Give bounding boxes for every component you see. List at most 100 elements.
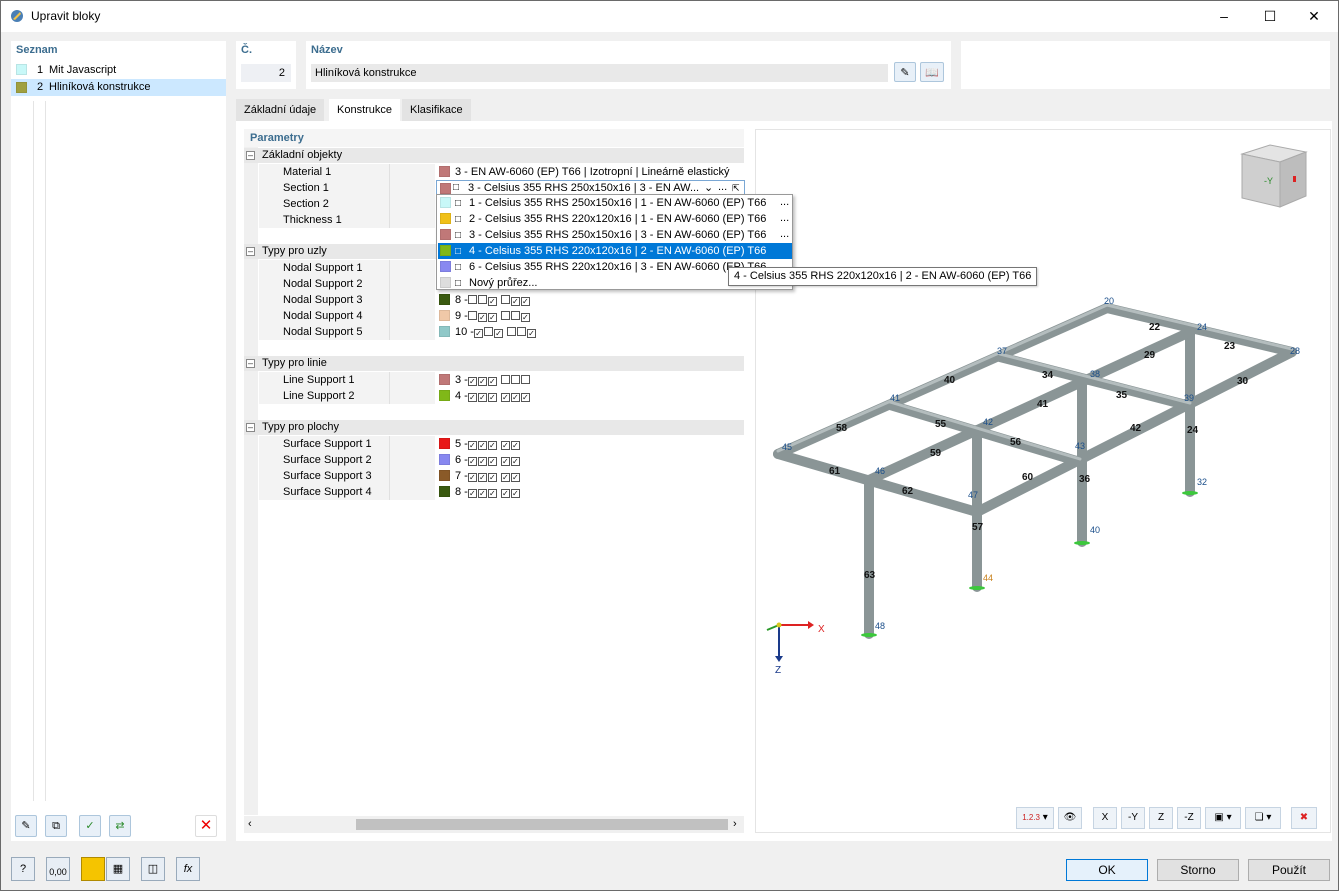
check-all-button[interactable]: ✓: [79, 815, 101, 837]
numbering-button[interactable]: 1.2.3 ▾: [1016, 807, 1054, 829]
dof-checkboxes[interactable]: ✓ ✓ ✓ ✓ ✓: [467, 486, 521, 498]
preview-panel: [961, 41, 1330, 89]
group-line-types[interactable]: – Typy pro linie: [244, 356, 744, 371]
dropdown-item[interactable]: □ 3 - Celsius 355 RHS 250x150x16 | 3 - EN…: [438, 227, 792, 243]
view-button[interactable]: ◫: [141, 857, 165, 881]
dropdown-item[interactable]: □ 2 - Celsius 355 RHS 220x120x16 | 1 - EN…: [438, 211, 792, 227]
collapse-icon[interactable]: –: [246, 423, 255, 432]
row-surface-support-3[interactable]: Surface Support 37 -✓ ✓ ✓ ✓ ✓: [259, 468, 744, 484]
ok-button[interactable]: OK: [1066, 859, 1148, 881]
3d-view[interactable]: -Y 20 28 22 24 23 37 29 34 38 35 40 41 3…: [755, 129, 1331, 833]
maximize-button[interactable]: ☐: [1247, 1, 1293, 32]
dof-checkboxes[interactable]: ✓ ✓ ✓: [467, 310, 531, 322]
renumber-button[interactable]: ⇄: [109, 815, 131, 837]
color-swatch: [440, 183, 451, 194]
svg-text:45: 45: [782, 442, 792, 452]
row-nodal-support-4[interactable]: Nodal Support 49 - ✓ ✓ ✓: [259, 308, 744, 324]
view-minus-y-button[interactable]: -Y: [1121, 807, 1145, 829]
color-swatch: [440, 229, 451, 240]
render-mode-button[interactable]: ▣ ▾: [1205, 807, 1241, 829]
dof-checkboxes[interactable]: ✓ ✓ ✓ ✓ ✓: [467, 454, 521, 466]
color-swatch: [440, 277, 451, 288]
color-button[interactable]: [81, 857, 105, 881]
dof-checkboxes[interactable]: ✓ ✓ ✓ ✓ ✓: [467, 438, 521, 450]
display-settings-button[interactable]: 👁: [1058, 807, 1082, 829]
color-swatch: [439, 310, 450, 321]
group-surface-types[interactable]: – Typy pro plochy: [244, 420, 744, 435]
dof-checkboxes[interactable]: ✓ ✓ ✓ ✓ ✓ ✓: [467, 390, 531, 402]
dof-checkboxes[interactable]: ✓ ✓ ✓ ✓ ✓: [467, 470, 521, 482]
row-nodal-support-5[interactable]: Nodal Support 5 10 -✓ ✓ ✓: [259, 324, 744, 340]
view-minus-z-button[interactable]: -Z: [1177, 807, 1201, 829]
svg-text:41: 41: [1037, 399, 1049, 410]
list-item-selected[interactable]: 2 Hliníková konstrukce: [11, 79, 226, 96]
horizontal-scrollbar[interactable]: ‹ ›: [244, 816, 744, 833]
params-header: Parametry: [250, 132, 304, 144]
row-surface-support-2[interactable]: Surface Support 26 -✓ ✓ ✓ ✓ ✓: [259, 452, 744, 468]
edit-name-button[interactable]: ✎: [894, 62, 916, 82]
member-labels: 20 28 22 24 23 37 29 34 38 35 40 41 39 3…: [782, 296, 1300, 631]
section-icon: □: [455, 214, 462, 225]
dropdown-item-selected[interactable]: □ 4 - Celsius 355 RHS 220x120x16 | 2 - EN…: [438, 243, 792, 259]
row-line-support-1[interactable]: Line Support 13 -✓ ✓ ✓: [259, 372, 744, 388]
row-surface-support-4[interactable]: Surface Support 48 -✓ ✓ ✓ ✓ ✓: [259, 484, 744, 500]
library-button[interactable]: 📖: [920, 62, 944, 82]
reset-view-button[interactable]: ✖: [1291, 807, 1317, 829]
units-button[interactable]: 0,00: [46, 857, 70, 881]
help-button[interactable]: ?: [11, 857, 35, 881]
close-button[interactable]: ✕: [1291, 1, 1337, 32]
cancel-button[interactable]: Storno: [1157, 859, 1239, 881]
collapse-icon[interactable]: –: [246, 359, 255, 368]
color-swatch: [439, 470, 450, 481]
color-swatch: [440, 213, 451, 224]
scroll-thumb[interactable]: [356, 819, 728, 830]
group-basic-objects[interactable]: – Základní objekty: [244, 148, 744, 163]
dof-checkboxes[interactable]: ✓ ✓ ✓: [473, 326, 537, 338]
delete-icon: ✕: [199, 817, 213, 834]
dof-checkboxes[interactable]: ✓ ✓ ✓: [467, 294, 531, 306]
svg-text:59: 59: [930, 448, 942, 459]
row-line-support-2[interactable]: Line Support 24 -✓ ✓ ✓ ✓ ✓ ✓: [259, 388, 744, 404]
row-surface-support-1[interactable]: Surface Support 15 -✓ ✓ ✓ ✓ ✓: [259, 436, 744, 452]
view-z-button[interactable]: Z: [1149, 807, 1173, 829]
svg-text:28: 28: [1290, 346, 1300, 356]
formula-button[interactable]: fx: [176, 857, 200, 881]
view-x-button[interactable]: X: [1093, 807, 1117, 829]
new-item-icon: ✎: [21, 820, 31, 832]
tab-basic[interactable]: Základní údaje: [236, 99, 325, 121]
dof-checkboxes[interactable]: ✓ ✓ ✓: [467, 374, 531, 386]
book-icon: 📖: [925, 67, 939, 79]
tab-classification[interactable]: Klasifikace: [402, 99, 471, 121]
number-field[interactable]: 2: [241, 64, 291, 82]
color-swatch: [440, 197, 451, 208]
scroll-left-icon[interactable]: ‹: [248, 818, 252, 830]
svg-text:Z: Z: [775, 665, 781, 676]
close-icon: ✕: [1308, 8, 1320, 24]
svg-text:X: X: [818, 624, 825, 635]
new-item-button[interactable]: ✎: [15, 815, 37, 837]
list-item[interactable]: 1 Mit Javascript: [11, 62, 226, 78]
copy-item-button[interactable]: ⧉: [45, 815, 67, 837]
scroll-right-icon[interactable]: ›: [733, 818, 737, 830]
svg-text:37: 37: [997, 346, 1007, 356]
tab-construction[interactable]: Konstrukce: [329, 99, 401, 121]
check-icon: ✓: [85, 820, 95, 832]
maximize-icon: ☐: [1263, 8, 1277, 24]
row-material-1[interactable]: Material 13 - EN AW-6060 (EP) T66 | Izot…: [259, 164, 744, 180]
section-icon: □: [455, 230, 462, 241]
collapse-icon[interactable]: –: [246, 247, 255, 256]
nav-cube[interactable]: -Y: [1240, 144, 1308, 208]
select-objects-button[interactable]: ▦: [106, 857, 130, 881]
apply-button[interactable]: Použít: [1248, 859, 1330, 881]
dropdown-item[interactable]: □ 1 - Celsius 355 RHS 250x150x16 | 1 - EN…: [438, 195, 792, 211]
minimize-button[interactable]: –: [1201, 1, 1247, 32]
svg-text:20: 20: [1104, 296, 1114, 306]
delete-button[interactable]: ✕: [195, 815, 217, 837]
app-icon: [10, 9, 24, 23]
collapse-icon[interactable]: –: [246, 151, 255, 160]
iso-view-button[interactable]: ❏ ▾: [1245, 807, 1281, 829]
window-title: Upravit bloky: [31, 9, 101, 23]
list-panel: Seznam 1 Mit Javascript 2 Hliníková kons…: [11, 41, 226, 841]
row-nodal-support-3[interactable]: Nodal Support 38 - ✓ ✓ ✓: [259, 292, 744, 308]
name-field[interactable]: Hliníková konstrukce: [311, 64, 888, 82]
